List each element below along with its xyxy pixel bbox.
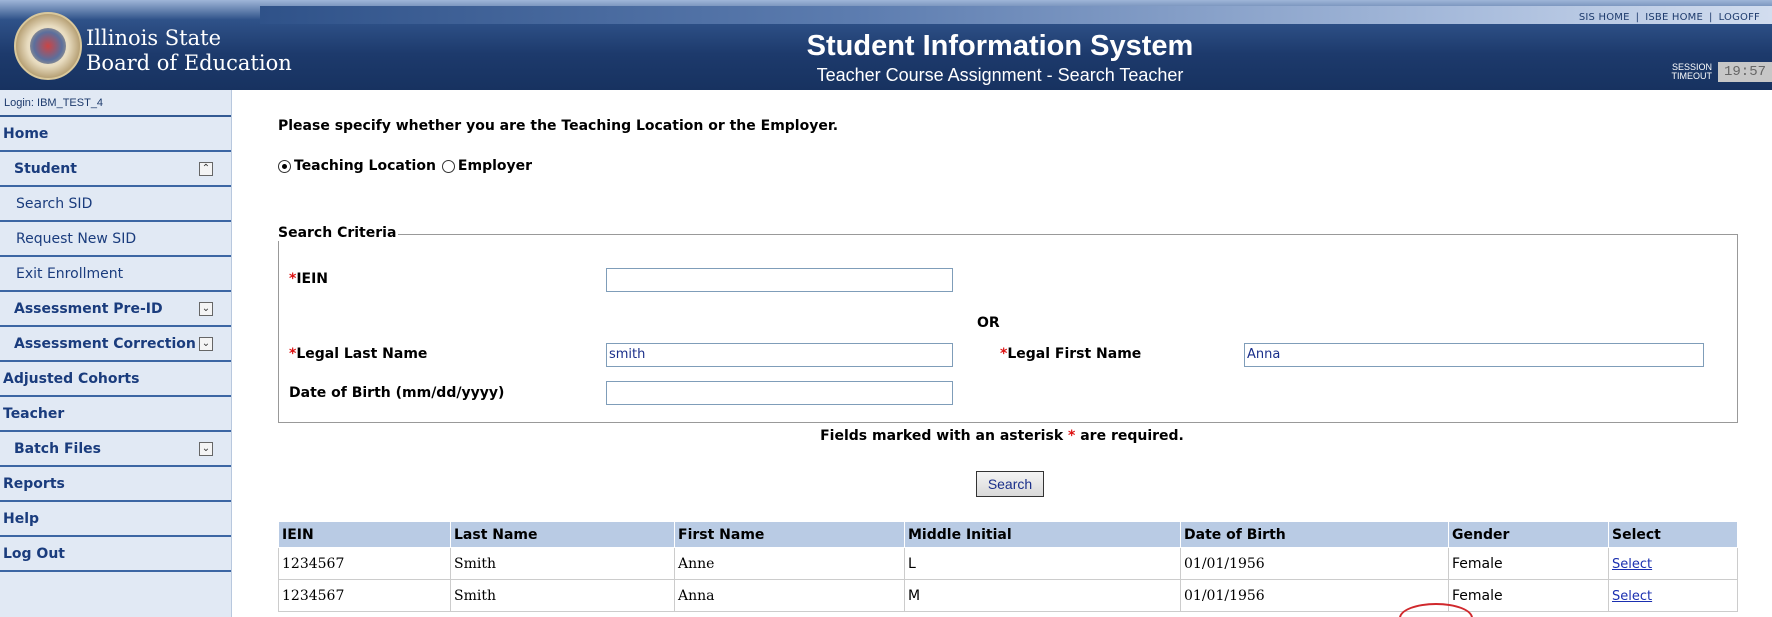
role-prompt: Please specify whether you are the Teach… — [278, 118, 839, 134]
cell-gender: Female — [1448, 547, 1609, 580]
session-timeout-label: SESSION TIMEOUT — [1671, 62, 1712, 81]
cell-last-name: Smith — [450, 547, 675, 580]
col-iein: IEIN — [278, 521, 451, 548]
col-middle-initial: Middle Initial — [904, 521, 1181, 548]
sidebar-item-assessment-pre-id[interactable]: Assessment Pre-ID ⌄ — [0, 292, 231, 327]
dob-label: Date of Birth (mm/dd/yyyy) — [289, 385, 505, 401]
cell-first-name: Anna — [674, 579, 905, 612]
dob-input[interactable] — [606, 381, 953, 405]
sidebar-item-log-out[interactable]: Log Out — [0, 537, 231, 572]
select-link[interactable]: Select — [1612, 557, 1652, 572]
sidebar-item-help[interactable]: Help — [0, 502, 231, 537]
cell-first-name: Anne — [674, 547, 905, 580]
chevron-down-icon[interactable]: ⌄ — [199, 442, 213, 456]
session-timer: 19:57 — [1717, 62, 1772, 82]
radio-unselected-icon[interactable] — [441, 159, 455, 173]
cell-middle-initial: M — [904, 579, 1181, 612]
select-link[interactable]: Select — [1612, 589, 1652, 604]
header-top-strip — [260, 6, 1772, 24]
cell-last-name: Smith — [450, 579, 675, 612]
legal-last-name-input[interactable]: smith — [606, 343, 953, 367]
sidebar-item-batch-files[interactable]: Batch Files ⌄ — [0, 432, 231, 467]
iein-input[interactable] — [606, 268, 953, 292]
col-select: Select — [1608, 521, 1738, 548]
table-row: 1234567 Smith Anna M 01/01/1956 Female S… — [278, 579, 1738, 612]
iein-label: *IEIN — [289, 271, 329, 287]
app-title: Student Information System — [806, 30, 1194, 62]
required-fields-note: Fields marked with an asterisk * are req… — [820, 428, 1184, 444]
search-criteria-legend: Search Criteria — [278, 225, 399, 241]
table-row: 1234567 Smith Anne L 01/01/1956 Female S… — [278, 547, 1738, 580]
search-button[interactable]: Search — [976, 471, 1044, 497]
cell-iein: 1234567 — [278, 547, 451, 580]
isbe-seal-logo — [14, 12, 82, 80]
link-isbe-home[interactable]: ISBE HOME — [1639, 12, 1709, 23]
cell-iein: 1234567 — [278, 579, 451, 612]
cell-select: Select — [1608, 547, 1738, 580]
org-name-line1: Illinois State — [86, 26, 221, 50]
legal-first-name-label: *Legal First Name — [1000, 346, 1142, 362]
app-header: Illinois State Board of Education SIS HO… — [0, 0, 1772, 90]
sidebar-item-teacher[interactable]: Teacher — [0, 397, 231, 432]
col-last-name: Last Name — [450, 521, 675, 548]
col-date-of-birth: Date of Birth — [1180, 521, 1449, 548]
link-sis-home[interactable]: SIS HOME — [1573, 12, 1636, 23]
search-criteria-fieldset: Search Criteria *IEIN OR *Legal Last Nam… — [278, 225, 1738, 423]
top-links: SIS HOME | ISBE HOME | LOGOFF — [1573, 12, 1766, 23]
org-name-line2: Board of Education — [86, 51, 292, 75]
radio-teaching-location[interactable]: Teaching Location — [278, 158, 436, 174]
radio-employer[interactable]: Employer — [441, 158, 532, 174]
legal-last-name-label: *Legal Last Name — [289, 346, 428, 362]
link-logoff[interactable]: LOGOFF — [1713, 12, 1766, 23]
cell-middle-initial: L — [904, 547, 1181, 580]
sidebar-item-student[interactable]: Student ⌃ — [0, 152, 231, 187]
sidebar-nav: Login: IBM_TEST_4 Home Student ⌃ Search S… — [0, 90, 232, 617]
sidebar-item-reports[interactable]: Reports — [0, 467, 231, 502]
results-table: IEIN Last Name First Name Middle Initial… — [278, 521, 1738, 612]
sidebar-item-search-sid[interactable]: Search SID — [0, 187, 231, 222]
col-gender: Gender — [1448, 521, 1609, 548]
chevron-down-icon[interactable]: ⌄ — [199, 302, 213, 316]
cell-gender: Female — [1448, 579, 1609, 612]
sidebar-item-home[interactable]: Home — [0, 117, 231, 152]
chevron-down-icon[interactable]: ⌄ — [199, 337, 213, 351]
session-timeout: SESSION TIMEOUT 19:57 — [1671, 62, 1772, 82]
sidebar-item-request-new-sid[interactable]: Request New SID — [0, 222, 231, 257]
sidebar-item-adjusted-cohorts[interactable]: Adjusted Cohorts — [0, 362, 231, 397]
role-radio-group: Teaching Location Employer — [278, 158, 538, 174]
col-first-name: First Name — [674, 521, 905, 548]
legal-first-name-input[interactable]: Anna — [1244, 343, 1704, 367]
or-label: OR — [977, 315, 1000, 331]
cell-dob: 01/01/1956 — [1180, 547, 1449, 580]
cell-select: Select — [1608, 579, 1738, 612]
org-name: Illinois State Board of Education — [86, 26, 292, 76]
radio-selected-icon[interactable] — [278, 159, 291, 173]
sidebar-item-assessment-correction[interactable]: Assessment Correction ⌄ — [0, 327, 231, 362]
page-subtitle: Teacher Course Assignment - Search Teach… — [816, 65, 1184, 85]
chevron-up-icon[interactable]: ⌃ — [199, 162, 213, 176]
sidebar-item-exit-enrollment[interactable]: Exit Enrollment — [0, 257, 231, 292]
table-header-row: IEIN Last Name First Name Middle Initial… — [278, 521, 1738, 548]
login-info: Login: IBM_TEST_4 — [0, 90, 231, 117]
